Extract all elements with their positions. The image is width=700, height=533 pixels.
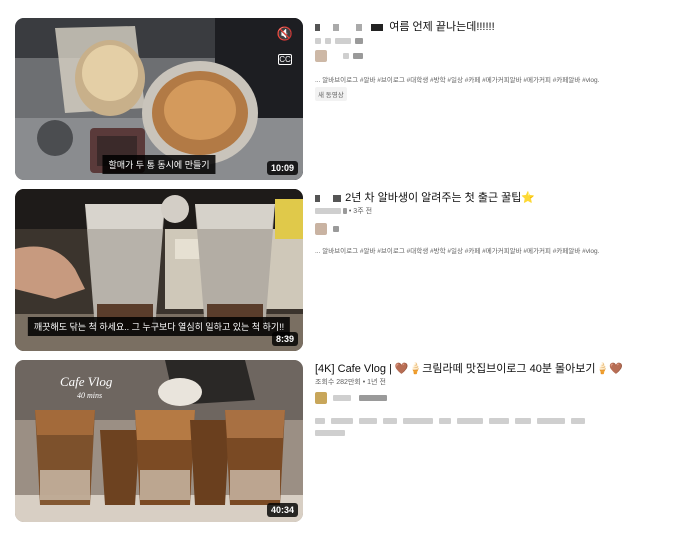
- redacted-text: [333, 226, 339, 232]
- redacted-text: [356, 23, 363, 31]
- redacted-text: [457, 418, 483, 424]
- video-description: ... 알바브이로그 #알바 #브이로그 #대학생 #방학 #일상 #카페 #메…: [315, 248, 600, 255]
- channel-avatar[interactable]: [315, 223, 327, 235]
- redacted-text: [315, 38, 321, 45]
- video-result-1[interactable]: 🔇 CC 할매가 두 통 동시에 만들기 10:09 여름 언제 끝나는데!!!…: [15, 18, 695, 181]
- video-title-text: 여름 언제 끝나는데!!!!!!: [389, 21, 495, 33]
- redacted-text: [315, 208, 341, 215]
- duration-badge: 8:39: [271, 332, 298, 346]
- redacted-text: [333, 194, 342, 202]
- video-thumbnail[interactable]: 깨끗해도 닦는 척 하세요.. 그 누구보다 열심히 일하고 있는 척 하기!!…: [15, 189, 303, 351]
- video-description: ... 알바브이로그 #알바 #브이로그 #대학생 #방학 #일상 #카페 #메…: [315, 77, 600, 84]
- redacted-text: [324, 38, 331, 45]
- redacted-text: [371, 23, 384, 31]
- video-meta: 조회수 282만회 • 1년 전: [315, 379, 386, 386]
- redacted-text: [354, 38, 363, 45]
- video-result-3[interactable]: Cafe Vlog 40 mins 40:34 [4K] Cafe Vlog |…: [15, 360, 695, 523]
- cc-icon[interactable]: CC: [278, 54, 292, 65]
- video-title-text: 2년 차 알바생이 알려주는 첫 출근 꿀팁⭐: [345, 192, 536, 204]
- redacted-text: [315, 23, 320, 31]
- duration-badge: 10:09: [266, 161, 298, 175]
- redacted-text: [331, 418, 353, 424]
- redacted-text: [439, 418, 451, 424]
- video-meta: • 3주 전: [315, 206, 372, 216]
- redacted-text: [571, 418, 585, 424]
- overlay-title: Cafe Vlog: [60, 374, 113, 389]
- redacted-text: [489, 418, 509, 424]
- channel-avatar[interactable]: [315, 392, 327, 404]
- redacted-text: [537, 418, 565, 424]
- thumbnail-image: Cafe Vlog 40 mins: [15, 360, 303, 522]
- redacted-text: [334, 38, 351, 45]
- redacted-text: [342, 208, 347, 215]
- video-title-text: [4K] Cafe Vlog | 🤎🍦크림라떼 맛집브이로그 40분 몰아보기🍦…: [315, 363, 623, 375]
- video-thumbnail[interactable]: 🔇 CC 할매가 두 통 동시에 만들기 10:09: [15, 18, 303, 180]
- video-result-2[interactable]: 깨끗해도 닦는 척 하세요.. 그 누구보다 열심히 일하고 있는 척 하기!!…: [15, 189, 695, 352]
- duration-badge: 40:34: [266, 503, 298, 517]
- redacted-text: [315, 194, 320, 202]
- redacted-text: [333, 23, 340, 31]
- channel-avatar[interactable]: [315, 50, 327, 62]
- redacted-text: [359, 395, 387, 401]
- video-thumbnail[interactable]: Cafe Vlog 40 mins 40:34: [15, 360, 303, 522]
- video-title[interactable]: 여름 언제 끝나는데!!!!!!: [315, 20, 495, 34]
- redacted-text: [333, 395, 351, 401]
- redacted-description: [315, 430, 345, 436]
- channel-row[interactable]: [315, 223, 339, 235]
- redacted-text: [315, 430, 345, 436]
- redacted-text: [403, 418, 433, 424]
- thumbnail-caption: 할매가 두 통 동시에 만들기: [102, 155, 216, 174]
- redacted-text: [383, 418, 397, 424]
- mute-icon[interactable]: 🔇: [275, 26, 295, 42]
- redacted-description: [315, 418, 585, 424]
- overlay-subtitle: 40 mins: [77, 391, 102, 400]
- redacted-text: [353, 53, 363, 59]
- new-video-badge: 새 동영상: [315, 87, 347, 101]
- redacted-text: [359, 418, 377, 424]
- video-meta: [315, 38, 363, 45]
- redacted-text: [515, 418, 531, 424]
- redacted-text: [315, 418, 325, 424]
- redacted-text: [343, 53, 349, 59]
- channel-row[interactable]: [315, 392, 387, 404]
- channel-row[interactable]: [315, 50, 363, 62]
- video-title[interactable]: 2년 차 알바생이 알려주는 첫 출근 꿀팁⭐: [315, 191, 535, 205]
- video-title[interactable]: [4K] Cafe Vlog | 🤎🍦크림라떼 맛집브이로그 40분 몰아보기🍦…: [315, 362, 623, 376]
- thumbnail-caption: 깨끗해도 닦는 척 하세요.. 그 누구보다 열심히 일하고 있는 척 하기!!: [27, 317, 291, 336]
- upload-date: • 3주 전: [348, 208, 373, 215]
